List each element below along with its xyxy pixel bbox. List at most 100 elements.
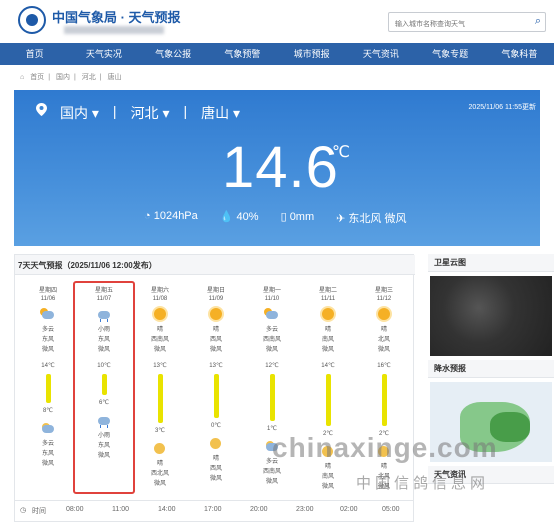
nav-item-home[interactable]: 首页 xyxy=(0,43,69,65)
nav-item-warnings[interactable]: 气象预警 xyxy=(208,43,277,65)
wind-icon: ✈ xyxy=(336,213,346,225)
day-wind-level: 微风 xyxy=(209,347,222,353)
province-select[interactable]: 河北 ▾ xyxy=(131,103,170,123)
night-wind-level: 微风 xyxy=(265,479,278,485)
temperature-range-bar xyxy=(325,374,331,426)
gauge-icon: ◔ xyxy=(144,210,151,222)
day-wind-direction: 南风 xyxy=(321,337,334,343)
date-label: 11/08 xyxy=(152,296,168,302)
forecast-day[interactable]: 星期四 11/06 多云 东风 微风 14℃ 8℃ 多云 东风 微风 xyxy=(20,285,76,487)
day-weather: 晴 xyxy=(324,327,331,333)
search-icon[interactable]: ⌕ xyxy=(535,15,541,28)
date-label: 11/06 xyxy=(40,296,56,302)
date-label: 11/09 xyxy=(208,296,224,302)
night-weather: 晴 xyxy=(212,456,219,462)
day-wind-level: 微风 xyxy=(265,347,278,353)
highlight-box xyxy=(73,281,135,494)
separator: | xyxy=(112,103,117,119)
forecast-title: 7天天气预报（2025/11/06 12:00发布） xyxy=(18,261,157,270)
forecast-day[interactable]: 星期日 11/09 晴西风 微风 13℃ 0℃ 晴西风 微风 xyxy=(188,285,244,487)
time-tick: 05:00 xyxy=(382,506,400,513)
breadcrumb-province[interactable]: 河北 xyxy=(82,74,96,81)
temperature-range-bar xyxy=(381,374,387,426)
low-temp: 8℃ xyxy=(42,408,54,414)
humidity-stat: 💧 40% xyxy=(219,211,259,223)
nav-item-topics[interactable]: 气象专题 xyxy=(416,43,485,65)
weekday-label: 星期二 xyxy=(318,288,337,294)
temperature-unit: ℃ xyxy=(332,144,350,161)
clear-night-icon xyxy=(208,437,224,451)
watermark: chinaxinge.com xyxy=(272,432,498,463)
blurred-text xyxy=(64,26,164,34)
site-brand[interactable]: 中国气象局 · 天气预报 xyxy=(52,7,181,26)
date-label: 11/12 xyxy=(376,296,392,302)
night-wind-level: 微风 xyxy=(153,481,166,487)
droplet-icon: 💧 xyxy=(219,211,234,223)
clock-icon: ◷ xyxy=(20,507,27,514)
location-pin-icon xyxy=(36,103,47,116)
current-weather-panel: 国内 ▾ | 河北 ▾ | 唐山 ▾ 2025/11/06 11:55更新 14… xyxy=(14,90,540,246)
night-wind-direction: 东风 xyxy=(41,451,54,457)
date-label: 11/11 xyxy=(320,296,336,302)
time-label: 时间 xyxy=(32,508,46,515)
day-wind-direction: 东风 xyxy=(41,337,54,343)
rain-gauge-icon: ▯ xyxy=(280,211,287,223)
pressure-stat: ◔ 1024hPa xyxy=(144,210,198,222)
wind-stat: ✈ 东北风 微风 xyxy=(336,213,407,225)
rain-forecast-title[interactable]: 降水预报 xyxy=(428,360,554,378)
night-wind-direction: 西南风 xyxy=(262,469,281,475)
time-tick: 14:00 xyxy=(158,506,176,513)
current-temperature: 14.6 xyxy=(222,135,339,200)
nav-item-bulletin[interactable]: 气象公报 xyxy=(139,43,208,65)
breadcrumb-city: 唐山 xyxy=(107,74,122,81)
search-input[interactable] xyxy=(389,15,524,34)
time-tick: 08:00 xyxy=(66,506,84,513)
time-tick: 20:00 xyxy=(250,506,268,513)
low-temp: 3℃ xyxy=(154,428,166,434)
separator: | xyxy=(183,103,188,119)
nav-item-science[interactable]: 气象科普 xyxy=(485,43,554,65)
hourly-timebar: ◷ 时间 08:00 11:00 14:00 17:00 20:00 23:00… xyxy=(14,500,414,520)
night-wind-direction: 西风 xyxy=(209,466,222,472)
satellite-title[interactable]: 卫星云图 xyxy=(428,254,554,272)
day-weather: 晴 xyxy=(156,327,163,333)
night-wind-level: 微风 xyxy=(41,461,54,467)
nav-item-city-forecast[interactable]: 城市预报 xyxy=(277,43,346,65)
day-weather: 多云 xyxy=(41,327,54,333)
update-time: 2025/11/06 11:55更新 xyxy=(468,104,536,111)
day-weather: 晴 xyxy=(380,327,387,333)
high-temp: 13℃ xyxy=(209,363,223,369)
partly-cloudy-icon xyxy=(40,308,56,322)
city-select[interactable]: 唐山 ▾ xyxy=(201,103,240,123)
temperature-range-bar xyxy=(269,374,275,421)
nav-item-news[interactable]: 天气资讯 xyxy=(346,43,415,65)
nav-item-live-weather[interactable]: 天气实况 xyxy=(69,43,138,65)
day-wind-level: 微风 xyxy=(377,347,390,353)
weekday-label: 星期三 xyxy=(374,288,393,294)
breadcrumb: ⌂ 首页 | 国内 | 河北 | 唐山 xyxy=(20,74,122,81)
day-wind-direction: 西南风 xyxy=(262,337,281,343)
country-select[interactable]: 国内 ▾ xyxy=(60,103,99,123)
breadcrumb-country[interactable]: 国内 xyxy=(56,74,70,81)
home-icon: ⌂ xyxy=(20,74,25,81)
forecast-day[interactable]: 星期六 11/08 晴西南风 微风 13℃ 3℃ 晴西北风 微风 xyxy=(132,285,188,487)
temperature-range-bar xyxy=(213,374,219,418)
night-weather: 多云 xyxy=(41,441,54,447)
clear-night-icon xyxy=(152,442,168,456)
partly-cloudy-icon xyxy=(264,308,280,322)
day-wind-direction: 西风 xyxy=(209,337,222,343)
cma-logo-icon[interactable] xyxy=(18,6,46,34)
weekday-label: 星期四 xyxy=(38,288,57,294)
satellite-image[interactable] xyxy=(430,276,552,356)
weekday-label: 星期六 xyxy=(150,288,169,294)
night-wind-level: 微风 xyxy=(321,484,334,490)
breadcrumb-home[interactable]: 首页 xyxy=(30,74,44,81)
night-wind-level: 微风 xyxy=(209,476,222,482)
precip-stat: ▯ 0mm xyxy=(280,211,315,223)
weekday-label: 星期一 xyxy=(262,288,281,294)
night-weather: 晴 xyxy=(156,461,163,467)
night-wind-direction: 西北风 xyxy=(150,471,169,477)
site-header: 中国气象局 · 天气预报 ⌕ xyxy=(0,0,554,42)
sunny-icon xyxy=(376,308,392,322)
date-label: 11/10 xyxy=(264,296,280,302)
